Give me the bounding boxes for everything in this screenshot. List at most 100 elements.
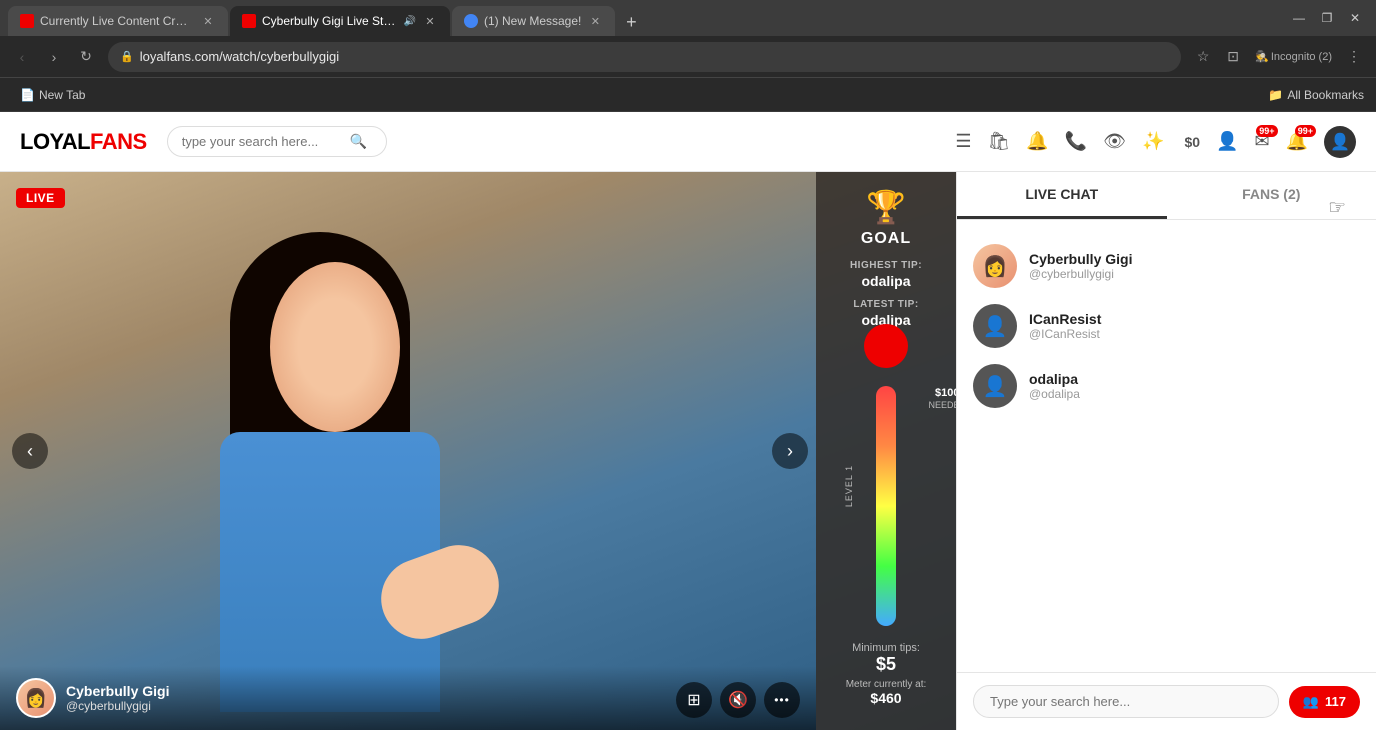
goal-title: GOAL <box>861 230 911 248</box>
tab-1[interactable]: Currently Live Content Creators... ✕ <box>8 6 228 36</box>
live-chat-tab[interactable]: LIVE CHAT <box>957 172 1167 219</box>
tab-strip: Currently Live Content Creators... ✕ Cyb… <box>8 0 1274 36</box>
favorites-icon[interactable]: ✨ <box>1142 131 1164 152</box>
panel-bottom: 👥 117 <box>957 672 1376 730</box>
menu-icon[interactable]: ☰ <box>955 131 971 152</box>
notification-bell-icon[interactable]: 🔔 <box>1026 131 1048 152</box>
fans-tab[interactable]: FANS (2) <box>1167 172 1376 219</box>
balance-display: $0 <box>1184 134 1200 150</box>
meter-label: Meter currently at: <box>846 679 927 690</box>
tab-3[interactable]: (1) New Message! ✕ <box>452 6 615 36</box>
search-icon[interactable]: 🔍 <box>350 133 367 150</box>
bookmarks-folder-icon: 📁 <box>1268 88 1283 102</box>
meter-value: $460 <box>870 690 901 706</box>
viewer-count: 117 <box>1325 694 1346 709</box>
tab2-mute-icon[interactable]: 🔊 <box>404 16 416 27</box>
fan-item-3: 👤 odalipa @odalipa <box>973 356 1360 416</box>
bell-badge: 99+ <box>1295 125 1316 137</box>
reload-button[interactable]: ↻ <box>72 43 100 71</box>
fan3-name: odalipa <box>1029 371 1080 387</box>
mute-button[interactable]: 🔇 <box>720 682 756 718</box>
user-icon[interactable]: 👤 <box>1216 131 1238 152</box>
stream-user-details: Cyberbully Gigi @cyberbullygigi <box>66 683 169 713</box>
more-options-button[interactable]: ••• <box>764 682 800 718</box>
min-tips-label: Minimum tips: <box>852 642 920 654</box>
stream-user-info: 👩 Cyberbully Gigi @cyberbullygigi <box>16 678 169 718</box>
tab3-title: (1) New Message! <box>484 14 581 28</box>
lock-icon: 🔒 <box>120 50 134 63</box>
goal-panel: 🏆 GOAL HIGHEST TIP: odalipa LATEST TIP: … <box>816 172 956 730</box>
new-tab-bookmark[interactable]: 📄 New Tab <box>12 84 93 106</box>
stream-bottom: 👩 Cyberbully Gigi @cyberbullygigi ⊞ 🔇 ••… <box>0 666 816 730</box>
stream-area: LIVE ‹ › 🏆 GOAL HIGHEST TIP: odalipa LAT… <box>0 172 956 730</box>
fan3-avatar: 👤 <box>973 364 1017 408</box>
video-background <box>0 172 956 730</box>
next-button[interactable]: › <box>772 433 808 469</box>
puzzle-button[interactable]: ⊞ <box>676 682 712 718</box>
tab2-close[interactable]: ✕ <box>422 13 438 29</box>
bookmarks-right: 📁 All Bookmarks <box>1268 88 1364 102</box>
live-badge: LIVE <box>16 188 65 208</box>
fan2-name: ICanResist <box>1029 311 1101 327</box>
close-button[interactable]: ✕ <box>1342 5 1368 31</box>
bell-icon[interactable]: 🔔 99+ <box>1286 131 1308 152</box>
amount-needed-value: $100 <box>928 386 956 400</box>
search-input[interactable] <box>182 134 342 149</box>
tab1-title: Currently Live Content Creators... <box>40 14 194 28</box>
stream-video <box>0 172 956 730</box>
level-label: LEVEL 1 <box>844 465 854 507</box>
maximize-button[interactable]: ❐ <box>1314 5 1340 31</box>
min-tips-value: $5 <box>876 654 896 675</box>
fan1-avatar: 👩 <box>973 244 1017 288</box>
highest-tip-value: odalipa <box>861 273 910 289</box>
mail-icon[interactable]: ✉ 99+ <box>1254 131 1269 152</box>
stream-user-name: Cyberbully Gigi <box>66 683 169 699</box>
thermo-bar <box>876 386 896 626</box>
prev-button[interactable]: ‹ <box>12 433 48 469</box>
stream-user-avatar: 👩 <box>16 678 56 718</box>
stream-user-handle: @cyberbullygigi <box>66 699 169 713</box>
chat-input[interactable] <box>973 685 1279 718</box>
back-button[interactable]: ‹ <box>8 43 36 71</box>
needed-label: NEEDED <box>928 400 956 412</box>
lf-main: LIVE ‹ › 🏆 GOAL HIGHEST TIP: odalipa LAT… <box>0 172 1376 730</box>
fan1-details: Cyberbully Gigi @cyberbullygigi <box>1029 251 1132 281</box>
bookmark-star-button[interactable]: ☆ <box>1189 43 1217 71</box>
phone-icon[interactable]: 📞 <box>1065 131 1087 152</box>
incognito-button[interactable]: 🕵 Incognito (2) <box>1249 43 1338 71</box>
incognito-label: Incognito (2) <box>1271 51 1332 63</box>
fan2-handle: @ICanResist <box>1029 327 1101 341</box>
latest-tip-label: LATEST TIP: <box>853 299 918 310</box>
tab-2[interactable]: Cyberbully Gigi Live Stream 🔊 ✕ <box>230 6 450 36</box>
amount-needed-label: $100 NEEDED <box>928 386 956 412</box>
panel-content: 👩 Cyberbully Gigi @cyberbullygigi 👤 ICan… <box>957 220 1376 672</box>
cast-button[interactable]: ⊡ <box>1219 43 1247 71</box>
chrome-titlebar: Currently Live Content Creators... ✕ Cyb… <box>0 0 1376 36</box>
search-bar[interactable]: 🔍 <box>167 126 387 157</box>
tab2-title: Cyberbully Gigi Live Stream <box>262 14 398 28</box>
camera-icon[interactable]: 👁 <box>1103 131 1126 152</box>
tab3-close[interactable]: ✕ <box>587 13 603 29</box>
fan1-handle: @cyberbullygigi <box>1029 267 1132 281</box>
viewer-count-button[interactable]: 👥 117 <box>1289 686 1360 718</box>
tab1-close[interactable]: ✕ <box>200 13 216 29</box>
more-button[interactable]: ⋮ <box>1340 43 1368 71</box>
nav-bar: ‹ › ↻ 🔒 loyalfans.com/watch/cyberbullygi… <box>0 36 1376 78</box>
fan3-handle: @odalipa <box>1029 387 1080 401</box>
incognito-icon: 🕵 <box>1255 50 1269 63</box>
new-tab-label: New Tab <box>39 88 85 102</box>
tab1-favicon <box>20 14 34 28</box>
address-text: loyalfans.com/watch/cyberbullygigi <box>140 49 1169 64</box>
address-bar[interactable]: 🔒 loyalfans.com/watch/cyberbullygigi <box>108 42 1181 72</box>
lf-logo[interactable]: LOYALFANS <box>20 129 147 155</box>
tab3-favicon <box>464 14 478 28</box>
minimize-button[interactable]: — <box>1286 5 1312 31</box>
right-panel: LIVE CHAT FANS (2) 👩 Cyberbully Gigi @cy… <box>956 172 1376 730</box>
fan1-name: Cyberbully Gigi <box>1029 251 1132 267</box>
user-avatar-icon[interactable]: 👤 <box>1324 126 1356 158</box>
logo-fans: FANS <box>90 129 147 154</box>
header-nav-icons: ☰ 🛍 🔔 📞 👁 ✨ $0 👤 ✉ 99+ 🔔 99+ <box>955 126 1356 158</box>
forward-button[interactable]: › <box>40 43 68 71</box>
cart-icon[interactable]: 🛍 <box>988 131 1011 152</box>
new-tab-button[interactable]: + <box>617 8 645 36</box>
